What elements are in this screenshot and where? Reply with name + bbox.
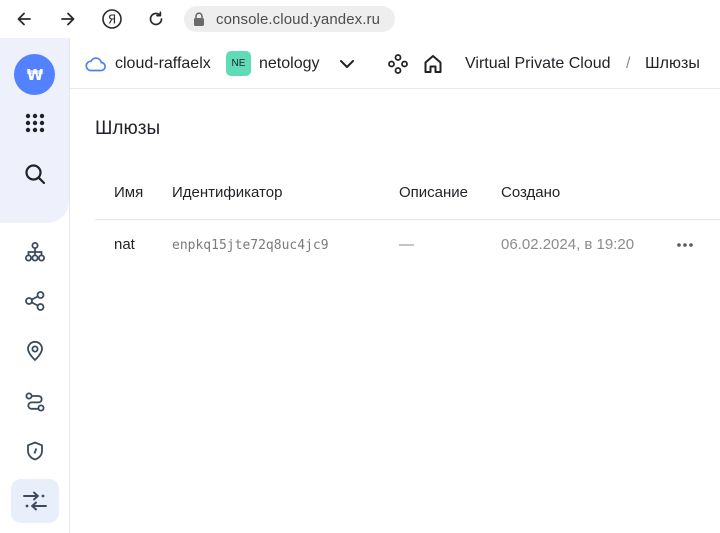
share-nodes-icon[interactable] (11, 279, 59, 323)
column-header-id[interactable]: Идентификатор (172, 184, 282, 201)
browser-toolbar: Я console.cloud.yandex.ru (0, 0, 720, 38)
forward-arrow-icon[interactable] (56, 7, 80, 31)
yandex-icon[interactable]: Я (100, 7, 124, 31)
address-bar[interactable]: console.cloud.yandex.ru (184, 6, 395, 32)
yandex-cloud-logo-icon[interactable]: ₩ (14, 54, 55, 95)
search-icon[interactable] (11, 152, 59, 196)
services-icon[interactable] (387, 38, 409, 89)
column-header-created[interactable]: Создано (501, 184, 560, 201)
cloud-selector[interactable]: cloud-raffaelx (84, 38, 211, 89)
gateway-description: — (399, 236, 414, 253)
column-header-description[interactable]: Описание (399, 184, 468, 201)
folder-badge: NE (226, 51, 251, 76)
gateway-id: enpkq15jte72q8uc4jc9 (172, 238, 329, 253)
gateway-name[interactable]: nat (114, 236, 135, 253)
more-actions-icon[interactable] (674, 236, 696, 254)
home-icon[interactable] (422, 38, 444, 89)
breadcrumb-service[interactable]: Virtual Private Cloud (465, 38, 611, 89)
reload-icon[interactable] (144, 7, 168, 31)
page-title: Шлюзы (95, 118, 161, 139)
grid-dots-icon[interactable] (11, 101, 59, 145)
breadcrumb-separator: / (626, 54, 631, 72)
svg-text:Я: Я (108, 13, 116, 27)
back-arrow-icon[interactable] (12, 7, 36, 31)
url-text: console.cloud.yandex.ru (216, 10, 381, 28)
sidebar: ₩ (0, 38, 70, 533)
lock-icon (192, 6, 206, 32)
gateway-created: 06.02.2024, в 19:20 (501, 236, 635, 253)
cloud-name: cloud-raffaelx (115, 54, 211, 72)
shield-icon[interactable] (11, 429, 59, 473)
table-header-divider (95, 219, 720, 220)
gateway-arrows-icon[interactable] (11, 479, 59, 523)
svg-text:₩: ₩ (26, 66, 43, 84)
route-icon[interactable] (11, 380, 59, 424)
location-pin-icon[interactable] (11, 329, 59, 373)
folder-selector[interactable]: NE netology (226, 38, 320, 89)
cloud-icon (84, 56, 106, 72)
console-header: cloud-raffaelx NE netology Virtual Priva… (70, 38, 720, 89)
chevron-down-icon[interactable] (339, 38, 355, 89)
folder-name: netology (259, 54, 320, 72)
column-header-name[interactable]: Имя (114, 184, 143, 201)
network-icon[interactable] (11, 230, 59, 274)
breadcrumb-current: Шлюзы (645, 54, 700, 72)
